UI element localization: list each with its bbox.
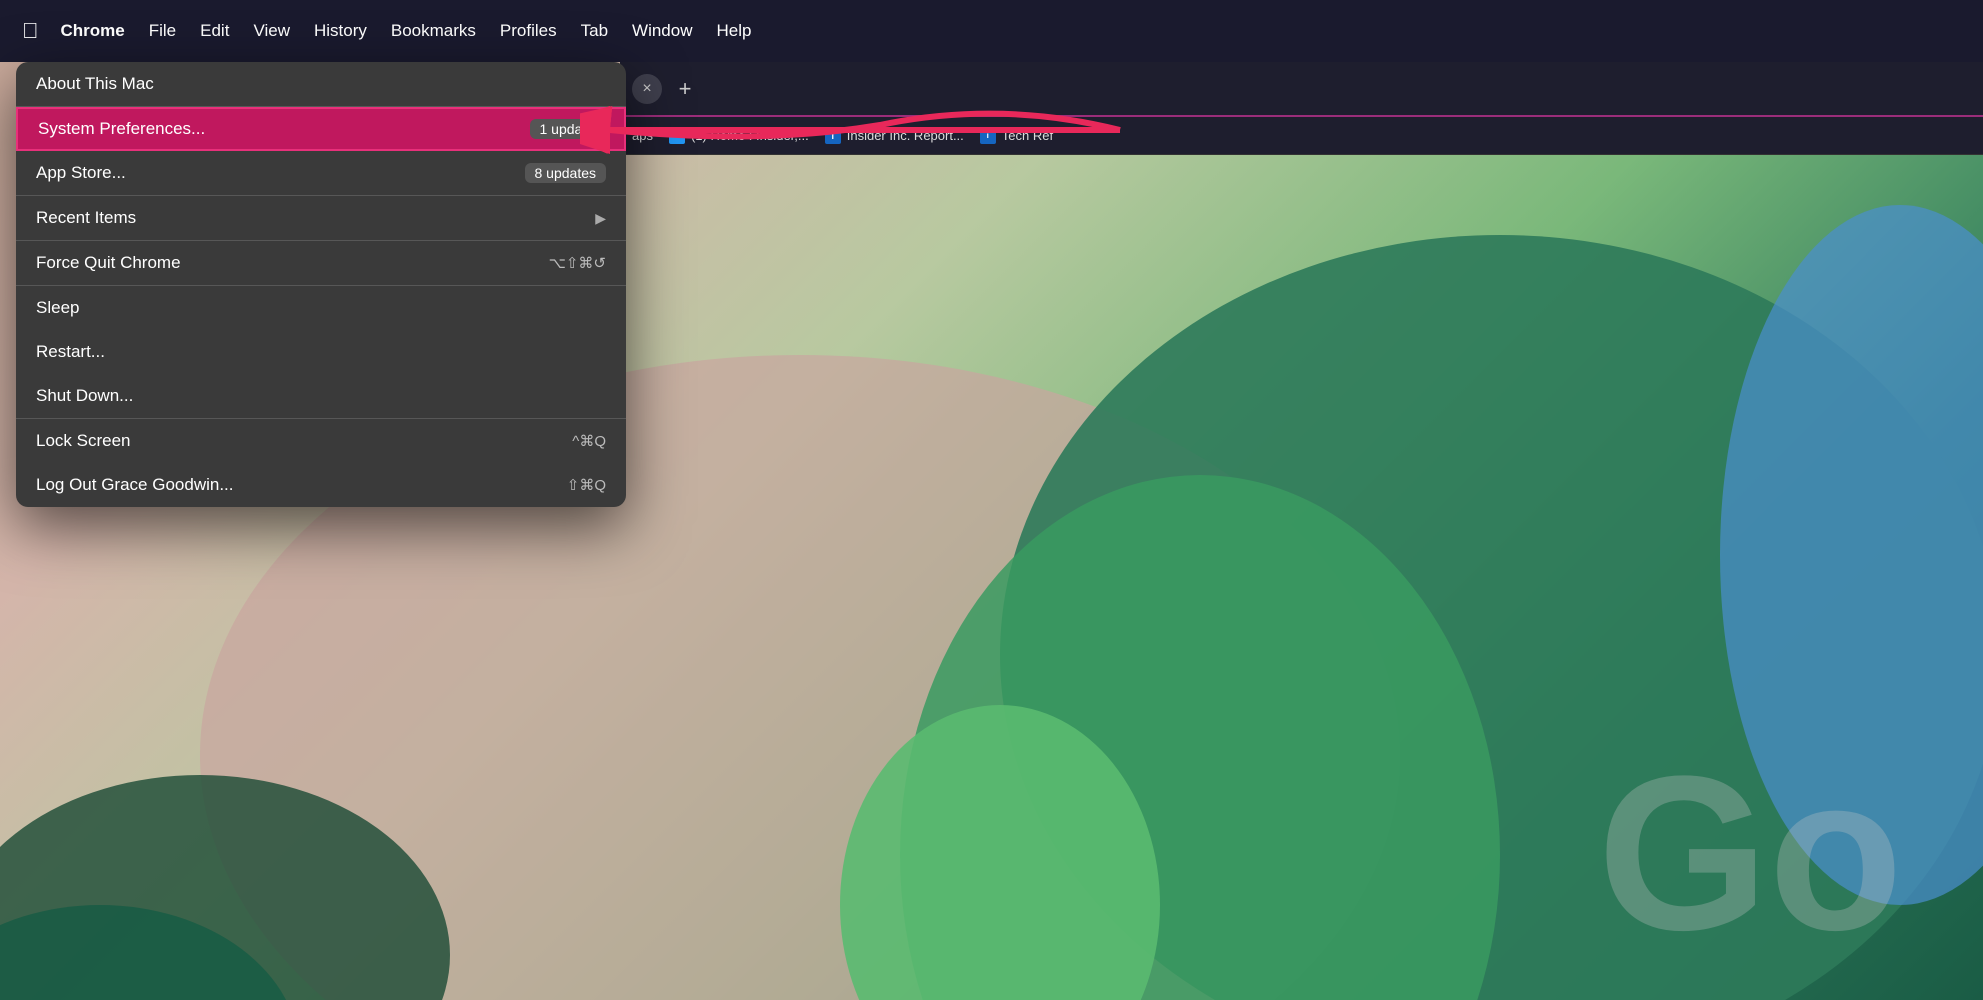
lock-screen-label: Lock Screen xyxy=(36,431,131,451)
sleep-label: Sleep xyxy=(36,298,79,318)
menu-item-restart[interactable]: Restart... xyxy=(16,330,626,374)
insider-home-icon xyxy=(669,128,685,144)
menu-item-recent-items[interactable]: Recent Items ▶ xyxy=(16,196,626,240)
menubar-window[interactable]: Window xyxy=(620,17,704,45)
menu-item-app-store[interactable]: App Store... 8 updates xyxy=(16,151,626,195)
close-icon: × xyxy=(642,80,651,98)
force-quit-label: Force Quit Chrome xyxy=(36,253,181,273)
app-store-badge: 8 updates xyxy=(525,163,607,183)
bookmark-tech-ref[interactable]: i Tech Ref xyxy=(980,128,1053,144)
apple-dropdown-menu: About This Mac System Preferences... 1 u… xyxy=(16,62,626,507)
apple-menu-button[interactable]:  xyxy=(12,14,49,48)
menubar:  Chrome File Edit View History Bookmark… xyxy=(0,0,1983,62)
tech-ref-label: Tech Ref xyxy=(1002,128,1053,143)
menubar-profiles[interactable]: Profiles xyxy=(488,17,569,45)
menu-item-force-quit[interactable]: Force Quit Chrome ⌥⇧⌘↺ xyxy=(16,241,626,285)
restart-label: Restart... xyxy=(36,342,105,362)
menubar-history[interactable]: History xyxy=(302,17,379,45)
app-store-label: App Store... xyxy=(36,163,126,183)
plus-icon: + xyxy=(679,76,692,102)
menu-item-sleep[interactable]: Sleep xyxy=(16,286,626,330)
new-tab-button[interactable]: + xyxy=(670,74,700,104)
menu-item-shut-down[interactable]: Shut Down... xyxy=(16,374,626,418)
menu-item-log-out[interactable]: Log Out Grace Goodwin... ⇧⌘Q xyxy=(16,463,626,507)
log-out-shortcut: ⇧⌘Q xyxy=(567,476,606,494)
menubar-bookmarks[interactable]: Bookmarks xyxy=(379,17,488,45)
menubar-view[interactable]: View xyxy=(241,17,302,45)
menubar-edit[interactable]: Edit xyxy=(188,17,241,45)
google-g-watermark: Go xyxy=(1597,727,1903,980)
home-insider-label: (1) Home : Insider,... xyxy=(691,128,809,143)
tech-ref-icon: i xyxy=(980,128,996,144)
force-quit-shortcut: ⌥⇧⌘↺ xyxy=(549,254,606,272)
menu-item-lock-screen[interactable]: Lock Screen ^⌘Q xyxy=(16,419,626,463)
system-preferences-label: System Preferences... xyxy=(38,119,205,139)
bookmark-home-insider[interactable]: (1) Home : Insider,... xyxy=(669,128,809,144)
insider-report-label: Insider Inc. Report... xyxy=(847,128,964,143)
log-out-label: Log Out Grace Goodwin... xyxy=(36,475,234,495)
bookmark-maps[interactable]: aps xyxy=(632,128,653,143)
bookmarks-bar: aps (1) Home : Insider,... i Insider Inc… xyxy=(620,117,1983,155)
menubar-file[interactable]: File xyxy=(137,17,188,45)
menubar-chrome[interactable]: Chrome xyxy=(49,17,137,45)
shut-down-label: Shut Down... xyxy=(36,386,133,406)
tab-close-button[interactable]: × xyxy=(632,74,662,104)
recent-items-label: Recent Items xyxy=(36,208,136,228)
chrome-tab-bar: × + xyxy=(620,62,1983,117)
menu-item-system-preferences[interactable]: System Preferences... 1 update xyxy=(16,107,626,151)
about-mac-label: About This Mac xyxy=(36,74,154,94)
lock-screen-shortcut: ^⌘Q xyxy=(572,432,606,450)
bookmark-insider-report[interactable]: i Insider Inc. Report... xyxy=(825,128,964,144)
menu-item-about-mac[interactable]: About This Mac xyxy=(16,62,626,106)
menubar-help[interactable]: Help xyxy=(705,17,764,45)
menubar-tab[interactable]: Tab xyxy=(569,17,620,45)
recent-items-arrow: ▶ xyxy=(595,210,606,227)
maps-label: aps xyxy=(632,128,653,143)
insider-report-icon: i xyxy=(825,128,841,144)
system-preferences-badge: 1 update xyxy=(530,119,605,139)
